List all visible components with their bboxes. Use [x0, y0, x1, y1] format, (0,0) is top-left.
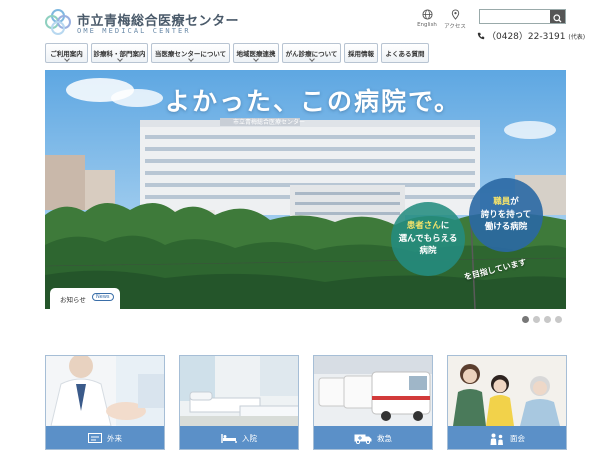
search-icon [553, 14, 562, 23]
access-label: アクセス [444, 24, 466, 30]
card-label-text: 入院 [242, 434, 257, 443]
chevron-down-icon [187, 56, 194, 62]
nav-item-cancer[interactable]: がん診療について [282, 43, 341, 63]
bubble-line: 働ける病院 [484, 222, 528, 233]
visitor-icon [490, 433, 503, 445]
nav-item-label: よくある質問 [385, 50, 425, 58]
phone-number-text: （0428）22-3191 [487, 32, 566, 42]
news-badge: News [92, 293, 114, 301]
nav-item-about[interactable]: 当医療センターについて [151, 43, 230, 63]
card-label: 外来 [46, 426, 164, 449]
globe-icon [421, 9, 433, 20]
outpatient-icon [88, 433, 102, 443]
news-tab[interactable]: お知らせ News [50, 288, 120, 309]
visiting-photo [448, 356, 566, 426]
carousel-dot[interactable] [555, 316, 562, 323]
search-button[interactable] [550, 10, 565, 23]
carousel-dot[interactable] [533, 316, 540, 323]
nav-item-guide[interactable]: ご利用案内 [45, 43, 88, 63]
card-label-text: 外来 [107, 434, 122, 443]
card-inpatient[interactable]: 入院 [179, 355, 299, 450]
english-label: English [417, 22, 437, 28]
card-label-text: 面会 [510, 434, 525, 443]
hero-headline: よかった、この病院で。 [165, 87, 462, 116]
ome-medical-logo-icon [45, 9, 71, 35]
global-nav: ご利用案内 診療科・部門案内 当医療センターについて 地域医療連携 がん診療につ… [45, 43, 432, 63]
card-label-text: 救急 [377, 434, 392, 443]
building-sign: 市立青梅総合医療センター [233, 118, 305, 126]
news-tab-label: お知らせ [60, 296, 86, 304]
bubble-line: 選んでもらえる [398, 233, 458, 244]
outpatient-photo [46, 356, 164, 426]
inpatient-photo [180, 356, 298, 426]
site-logo[interactable]: 市立青梅総合医療センター OME MEDICAL CENTER [45, 9, 245, 39]
bubble-line: 病院 [419, 246, 437, 257]
chevron-down-icon [116, 56, 123, 62]
search-box [479, 9, 566, 24]
phone-note: (代表) [568, 34, 586, 41]
english-link[interactable]: English [412, 9, 442, 28]
nav-item-departments[interactable]: 診療科・部門案内 [91, 43, 148, 63]
mission-bubble-patients: 患者さんに 選んでもらえる 病院 [391, 202, 465, 276]
carousel-dot[interactable] [522, 316, 529, 323]
chevron-down-icon [308, 56, 315, 62]
card-emergency[interactable]: 救急 [313, 355, 433, 450]
bed-icon [221, 434, 237, 443]
hero-slider[interactable]: 市立青梅総合医療センター よかった、この病院で。 患者さんに 選んでもらえる 病… [45, 70, 566, 309]
card-visiting[interactable]: 面会 [447, 355, 567, 450]
phone-number[interactable]: （0428）22-3191 (代表) [477, 29, 585, 42]
nav-item-recruit[interactable]: 採用情報 [344, 43, 378, 63]
card-label: 面会 [448, 426, 566, 449]
card-label: 入院 [180, 426, 298, 449]
phone-icon [477, 32, 485, 40]
nav-item-regional[interactable]: 地域医療連携 [233, 43, 279, 63]
mission-bubble-staff: 職員が 誇りを持って 働ける病院 [469, 178, 543, 252]
access-link[interactable]: アクセス [440, 9, 470, 30]
search-input[interactable] [480, 10, 550, 23]
map-pin-icon [451, 9, 459, 20]
card-label: 救急 [314, 426, 432, 449]
card-outpatient[interactable]: 外来 [45, 355, 165, 450]
chevron-down-icon [63, 56, 70, 62]
carousel-dot[interactable] [544, 316, 551, 323]
emergency-photo [314, 356, 432, 426]
nav-item-faq[interactable]: よくある質問 [381, 43, 429, 63]
logo-subtitle: OME MEDICAL CENTER [77, 27, 191, 35]
ambulance-icon [354, 434, 372, 444]
carousel-dots [522, 316, 566, 323]
bubble-line: 患者さんに [406, 221, 450, 232]
nav-item-label: 採用情報 [348, 50, 374, 58]
bubble-line: 誇りを持って [480, 209, 532, 220]
bubble-line: 職員が [493, 197, 519, 208]
